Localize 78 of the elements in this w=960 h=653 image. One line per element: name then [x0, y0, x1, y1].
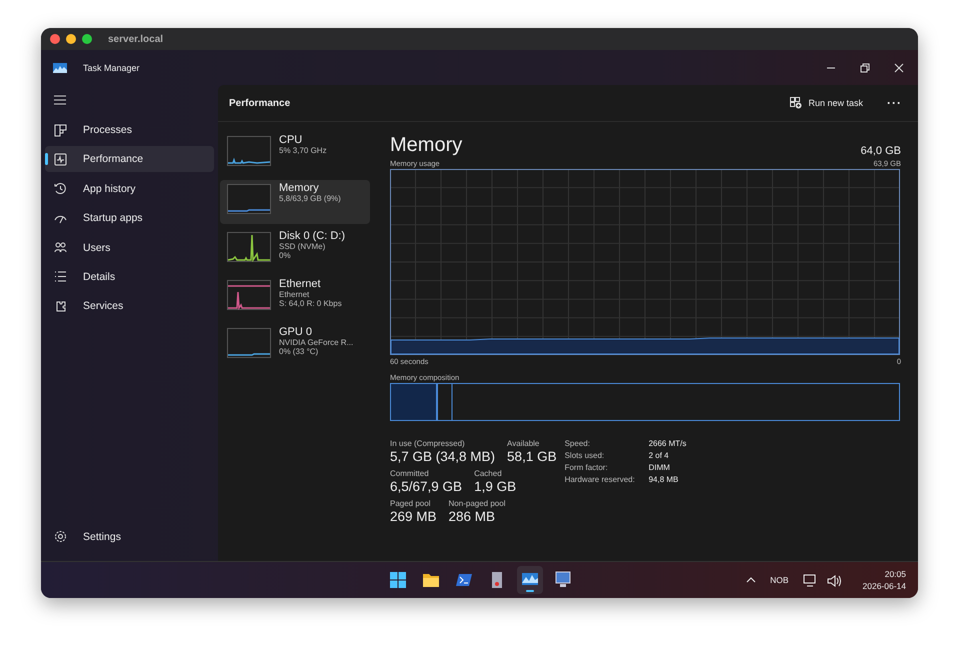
sidebar-item[interactable]: Details — [45, 264, 214, 290]
page-title: Performance — [229, 98, 290, 108]
host-title: server.local — [108, 34, 164, 44]
stat-label: Committed — [390, 469, 430, 478]
add-task-icon — [790, 97, 802, 109]
monitor-icon — [554, 571, 572, 589]
spec-label: Form factor: — [564, 463, 609, 472]
zoom-dot[interactable] — [82, 34, 92, 44]
spec-label: Slots used: — [564, 451, 606, 460]
device-name: CPU — [279, 134, 304, 146]
chevron-up-icon[interactable] — [746, 577, 756, 583]
stat-value: 286 MB — [448, 509, 496, 524]
spec-label: Speed: — [564, 439, 591, 448]
stat-value: 1,9 GB — [474, 479, 516, 494]
device-name: Memory — [279, 182, 320, 194]
sidebar-item[interactable]: Services — [45, 293, 214, 320]
device-detail: 5% 3,70 GHz — [279, 146, 327, 155]
stat-label: Non-paged pool — [448, 499, 506, 508]
clock-date[interactable]: 2026-06-14 — [862, 581, 906, 591]
stat-label: Paged pool — [390, 499, 432, 508]
folder-icon — [422, 571, 440, 589]
device-detail: SSD (NVMe) — [279, 242, 326, 251]
stat-label: Cached — [474, 469, 503, 478]
chart-logo-icon — [53, 62, 67, 72]
close-dot[interactable] — [50, 34, 60, 44]
device-item[interactable]: Memory 5,8/63,9 GB (9%) — [220, 180, 370, 224]
device-name: Disk 0 (C: D:) — [279, 230, 345, 242]
list-icon — [54, 270, 67, 284]
spec-value: 2666 MT/s — [648, 439, 686, 448]
device-name: Ethernet — [279, 278, 322, 290]
stat-value: 269 MB — [390, 509, 437, 524]
device-item[interactable]: Ethernet Ethernet S: 64,0 R: 0 Kbps — [220, 276, 370, 320]
device-detail: 0% (33 °C) — [279, 347, 320, 356]
minimize-dot[interactable] — [66, 34, 76, 44]
sidebar-item[interactable]: Processes — [45, 117, 214, 143]
grid-icon — [54, 124, 67, 136]
stat-value: 58,1 GB — [507, 449, 557, 464]
device-detail: 0% — [279, 251, 292, 260]
sidebar-item[interactable]: Performance — [45, 146, 214, 172]
device-detail: Ethernet — [279, 290, 310, 299]
sidebar-item[interactable]: Users — [45, 234, 214, 261]
stat-label: Available — [507, 439, 540, 448]
device-item[interactable]: GPU 0 NVIDIA GeForce R... 0% (33 °C) — [220, 324, 370, 368]
terminal-icon — [455, 571, 473, 589]
run-new-task-button[interactable]: Run new task — [786, 93, 867, 113]
windows-logo-icon — [389, 571, 407, 589]
device-detail: S: 64,0 R: 0 Kbps — [279, 299, 342, 308]
device-name: GPU 0 — [279, 326, 314, 338]
pulse-icon — [54, 152, 67, 166]
more-button[interactable]: ··· — [881, 95, 908, 111]
spec-value: DIMM — [648, 463, 671, 472]
device-item[interactable]: Disk 0 (C: D:) SSD (NVMe) 0% — [220, 228, 370, 272]
close-icon[interactable] — [894, 62, 904, 72]
spec-label: Hardware reserved: — [564, 475, 636, 484]
puzzle-icon — [54, 300, 67, 313]
app-title: Task Manager — [83, 62, 140, 72]
device-item[interactable]: CPU 5% 3,70 GHz — [220, 132, 370, 176]
menu-icon[interactable] — [54, 95, 66, 105]
settings-item[interactable]: Settings — [45, 524, 214, 550]
people-icon — [54, 241, 67, 254]
clock-time[interactable]: 20:05 — [884, 569, 906, 579]
device-detail: 5,8/63,9 GB (9%) — [279, 194, 341, 203]
device-detail: NVIDIA GeForce R... — [279, 338, 354, 347]
speaker-icon[interactable] — [826, 574, 841, 586]
clock-icon — [54, 182, 67, 196]
stat-value: 5,7 GB (34,8 MB) — [390, 449, 496, 464]
language-indicator[interactable]: NOB — [770, 575, 789, 585]
restore-icon[interactable] — [860, 62, 870, 72]
sidebar-item[interactable]: Startup apps — [45, 205, 214, 232]
settings-icon — [54, 530, 67, 544]
spec-value: 2 of 4 — [648, 451, 670, 460]
taskbar-app[interactable] — [517, 566, 543, 594]
stat-label: In use (Compressed) — [390, 439, 466, 448]
sidebar-item[interactable]: App history — [45, 176, 214, 202]
resource-title: Memory — [390, 134, 462, 157]
spec-value: 94,8 MB — [648, 475, 680, 484]
total-memory: 64,0 GB — [860, 145, 901, 157]
stat-value: 6,5/67,9 GB — [390, 479, 462, 494]
